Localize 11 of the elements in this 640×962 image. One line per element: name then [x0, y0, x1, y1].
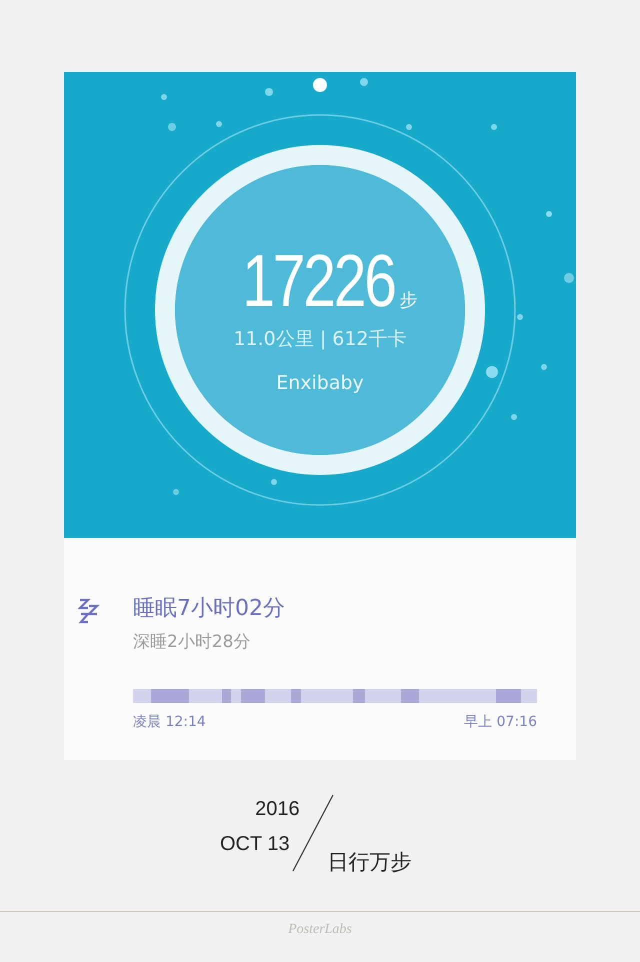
- sleep-start-time: 凌晨 12:14: [133, 713, 206, 731]
- deep-sleep: 深睡2小时28分: [133, 631, 252, 653]
- step-count: 17226: [242, 244, 394, 318]
- sleep-duration: 睡眠7小时02分: [133, 595, 285, 623]
- date-day: OCT 13: [220, 833, 290, 856]
- step-unit: 步: [399, 289, 418, 312]
- date-year: 2016: [255, 798, 300, 821]
- poster-caption: 日行万步: [328, 849, 412, 876]
- distance-calories: 11.0公里 | 612千卡: [233, 327, 407, 352]
- wake-time: 早上 07:16: [464, 713, 537, 731]
- user-name: Enxibaby: [276, 372, 364, 394]
